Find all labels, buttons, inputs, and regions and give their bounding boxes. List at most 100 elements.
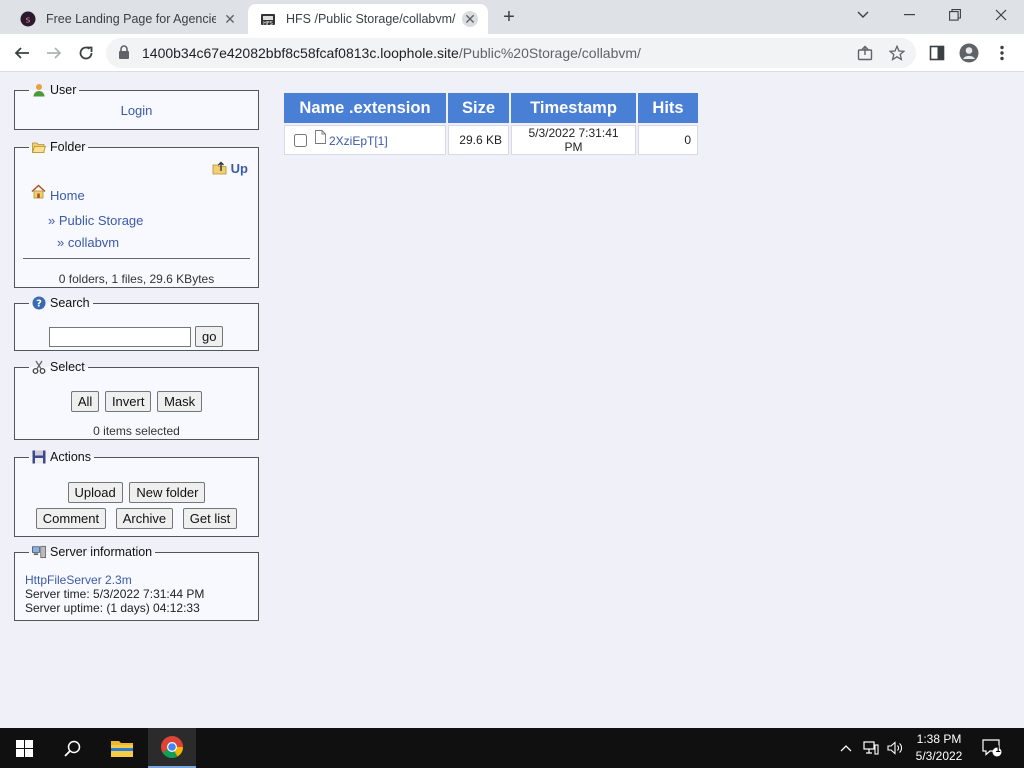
scissors-icon xyxy=(32,360,46,374)
file-name-cell: 2XziEpT[1] xyxy=(284,125,446,155)
get-list-button[interactable]: Get list xyxy=(182,508,238,529)
bookmark-star-icon[interactable] xyxy=(888,44,906,62)
new-folder-button[interactable]: New folder xyxy=(129,482,206,503)
search-go-button[interactable]: go xyxy=(195,326,224,347)
taskbar-clock[interactable]: 1:38 PM 5/3/2022 xyxy=(906,731,972,765)
folder-legend: Folder xyxy=(50,140,86,154)
selected-count: 0 items selected xyxy=(93,424,180,438)
up-label: Up xyxy=(230,160,248,176)
home-label: Home xyxy=(50,188,85,203)
select-all-button[interactable]: All xyxy=(70,391,100,412)
actions-legend: Actions xyxy=(50,450,91,464)
svg-text:HFS: HFS xyxy=(263,21,273,27)
forward-arrow-icon xyxy=(47,47,62,59)
server-uptime: Server uptime: (1 days) 04:12:33 xyxy=(25,601,200,615)
browser-tab-strip: s Free Landing Page for Agencies - ✕ HFS… xyxy=(0,0,1024,34)
archive-button[interactable]: Archive xyxy=(115,508,174,529)
svg-text:?: ? xyxy=(36,299,42,310)
browser-toolbar: 1400b34c67e42082bbf8c58fcaf0813c.loophol… xyxy=(0,34,1024,72)
restore-button[interactable] xyxy=(932,0,978,30)
select-mask-button[interactable]: Mask xyxy=(157,391,203,412)
tab-landing-page[interactable]: s Free Landing Page for Agencies - ✕ xyxy=(8,4,248,34)
up-link[interactable]: Up xyxy=(212,160,248,176)
show-hidden-icons-chevron-icon[interactable] xyxy=(838,728,854,768)
notification-count: 1 xyxy=(995,744,1001,754)
file-hits-cell: 0 xyxy=(638,125,698,155)
comment-button[interactable]: Comment xyxy=(35,508,107,529)
clock-time: 1:38 PM xyxy=(916,732,962,746)
select-panel: Select All Invert Mask 0 items selected xyxy=(14,360,259,440)
user-panel: User Login xyxy=(14,83,259,130)
login-link[interactable]: Login xyxy=(121,103,153,118)
close-window-button[interactable] xyxy=(978,0,1024,30)
new-tab-button[interactable]: + xyxy=(498,6,520,28)
search-panel: ? Search go xyxy=(14,296,259,351)
chrome-icon xyxy=(161,736,183,758)
more-menu-icon[interactable] xyxy=(991,42,1013,64)
address-bar[interactable]: 1400b34c67e42082bbf8c58fcaf0813c.loophol… xyxy=(106,38,916,68)
search-legend: Search xyxy=(50,296,90,310)
breadcrumb-public-storage[interactable]: » Public Storage xyxy=(48,213,143,228)
actions-panel: Actions Upload New folder Comment Archiv… xyxy=(14,450,259,537)
folder-open-icon xyxy=(32,140,46,154)
lock-icon[interactable] xyxy=(118,45,130,60)
file-name-link[interactable]: 2XziEpT[1] xyxy=(329,134,388,148)
hfs-favicon-icon: HFS xyxy=(261,14,275,27)
folder-panel: Folder Up Home » Public Storage » collab… xyxy=(14,140,259,288)
network-icon[interactable] xyxy=(860,728,882,768)
windows-taskbar: 1:38 PM 5/3/2022 1 xyxy=(0,728,1024,768)
select-legend: Select xyxy=(50,360,85,374)
url-host: 1400b34c67e42082bbf8c58fcaf0813c.loophol… xyxy=(142,45,459,61)
upload-button[interactable]: Upload xyxy=(67,482,123,503)
help-search-icon: ? xyxy=(32,296,46,310)
file-explorer-icon xyxy=(111,741,133,757)
file-table-header: Name .extension Size Timestamp Hits xyxy=(284,93,698,123)
folder-divider xyxy=(23,258,250,259)
close-tab-icon[interactable]: ✕ xyxy=(462,11,478,27)
tab-hfs[interactable]: HFS HFS /Public Storage/collabvm/ ✕ xyxy=(248,4,488,34)
svg-text:s: s xyxy=(26,16,31,26)
file-table: Name .extension Size Timestamp Hits 2Xzi… xyxy=(282,91,700,157)
reload-button[interactable] xyxy=(73,40,99,66)
user-legend: User xyxy=(50,83,77,97)
taskbar-search-button[interactable] xyxy=(48,728,96,768)
server-time: Server time: 5/3/2022 7:31:44 PM xyxy=(25,587,205,601)
breadcrumb-collabvm[interactable]: » collabvm xyxy=(57,235,119,250)
server-legend: Server information xyxy=(50,545,153,559)
table-row: 2XziEpT[1] 29.6 KB 5/3/2022 7:31:41 PM 0 xyxy=(284,125,698,155)
hfs-page: User Login Folder Up Home » Public Stora… xyxy=(0,73,1024,728)
close-tab-icon[interactable]: ✕ xyxy=(222,11,238,27)
forward-button[interactable] xyxy=(41,40,67,66)
notification-center-button[interactable]: 1 xyxy=(980,728,1004,768)
column-header-size[interactable]: Size xyxy=(448,93,509,123)
file-select-checkbox[interactable] xyxy=(294,133,307,147)
search-input[interactable] xyxy=(49,326,191,347)
file-explorer-taskbar-button[interactable] xyxy=(98,728,146,768)
back-arrow-icon xyxy=(14,47,29,59)
clock-date: 5/3/2022 xyxy=(915,749,963,763)
tab-title: HFS /Public Storage/collabvm/ xyxy=(286,12,456,26)
home-link[interactable]: Home xyxy=(31,184,85,203)
windows-logo-icon xyxy=(15,739,33,757)
share-icon[interactable] xyxy=(856,44,874,62)
server-computer-icon xyxy=(32,545,46,559)
reload-icon xyxy=(79,46,93,60)
minimize-button[interactable] xyxy=(886,0,932,30)
home-icon xyxy=(31,184,46,199)
url-path: /Public%20Storage/collabvm/ xyxy=(458,45,641,61)
select-invert-button[interactable]: Invert xyxy=(104,391,152,412)
volume-icon[interactable] xyxy=(884,728,906,768)
side-panel-icon[interactable] xyxy=(926,42,948,64)
folder-summary: 0 folders, 1 files, 29.6 KBytes xyxy=(58,272,215,286)
tab-search-chevron-icon[interactable] xyxy=(840,0,886,30)
column-header-timestamp[interactable]: Timestamp xyxy=(511,93,636,123)
chrome-taskbar-button[interactable] xyxy=(148,728,196,768)
back-button[interactable] xyxy=(9,40,35,66)
start-button[interactable] xyxy=(0,728,48,768)
file-size-cell: 29.6 KB xyxy=(448,125,509,155)
hfs-version-link[interactable]: HttpFileServer 2.3m xyxy=(25,573,132,587)
profile-avatar-icon[interactable] xyxy=(958,42,980,64)
column-header-name[interactable]: Name .extension xyxy=(284,93,446,123)
column-header-hits[interactable]: Hits xyxy=(638,93,698,123)
server-info-panel: Server information HttpFileServer 2.3m S… xyxy=(14,545,259,621)
